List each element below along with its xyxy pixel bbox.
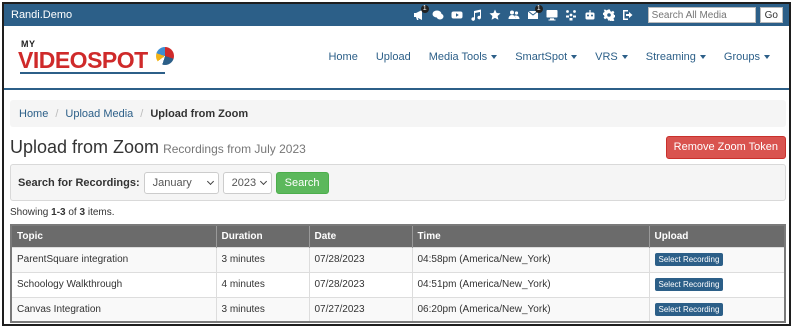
- gear-icon[interactable]: [600, 8, 619, 22]
- title-row: Upload from Zoom Recordings from July 202…: [10, 135, 786, 159]
- nav-home[interactable]: Home: [319, 51, 366, 63]
- caret-down-icon: [571, 55, 578, 59]
- breadcrumb-separator: /: [55, 107, 59, 120]
- cell-upload: Select Recording: [649, 296, 786, 322]
- cell-topic: Canvas Integration: [11, 296, 217, 322]
- search-button[interactable]: Search: [275, 171, 329, 194]
- column-date[interactable]: Date: [309, 225, 413, 247]
- logo-emblem-icon: [156, 47, 174, 65]
- music-icon[interactable]: [467, 8, 486, 22]
- column-time[interactable]: Time: [412, 225, 650, 247]
- recording-filter: Search for Recordings: January 2023 Sear…: [10, 164, 786, 201]
- caret-down-icon: [699, 55, 706, 59]
- table-header-row: Topic Duration Date Time Upload: [11, 225, 786, 247]
- cell-duration: 4 minutes: [216, 271, 310, 297]
- page-content: Home / Upload Media / Upload from Zoom U…: [4, 100, 789, 323]
- cell-duration: 3 minutes: [216, 246, 310, 272]
- column-upload: Upload: [649, 225, 786, 247]
- breadcrumb-upload-media[interactable]: Upload Media: [65, 108, 133, 120]
- youtube-icon[interactable]: [448, 8, 467, 22]
- app-frame: Randi.Demo 1 1 Go MY VIDEOSPOT Home: [2, 2, 791, 326]
- main-navbar: MY VIDEOSPOT Home Upload Media Tools Sma…: [4, 26, 789, 90]
- logo-swoosh: [20, 72, 165, 74]
- page-subtitle: Recordings from July 2023: [163, 141, 306, 156]
- cell-date: 07/28/2023: [309, 246, 413, 272]
- page-title: Upload from Zoom Recordings from July 202…: [10, 136, 306, 157]
- nav-smartspot[interactable]: SmartSpot: [506, 51, 586, 63]
- cell-duration: 3 minutes: [216, 296, 310, 322]
- go-button[interactable]: Go: [759, 7, 783, 23]
- chevron-down-icon: [259, 177, 267, 185]
- cell-time: 04:51pm (America/New_York): [412, 271, 650, 297]
- nav-groups[interactable]: Groups: [715, 51, 779, 63]
- caret-down-icon: [764, 55, 770, 59]
- topbar-icons: 1 1: [410, 5, 638, 22]
- megaphone-icon[interactable]: 1: [410, 5, 429, 22]
- breadcrumb-separator: /: [140, 107, 144, 120]
- recordings-table: Topic Duration Date Time Upload ParentSq…: [10, 224, 786, 323]
- caret-down-icon: [491, 55, 498, 59]
- logo-wordmark: VIDEOSPOT: [18, 47, 148, 73]
- robot-icon[interactable]: [581, 8, 600, 22]
- table-row: Canvas Integration 3 minutes 07/27/2023 …: [11, 296, 786, 322]
- cell-date: 07/28/2023: [309, 271, 413, 297]
- select-recording-button[interactable]: Select Recording: [654, 302, 724, 316]
- notification-badge: 1: [420, 5, 429, 13]
- results-summary: Showing 1-3 of 3 items.: [10, 207, 115, 218]
- top-bar: Randi.Demo 1 1 Go: [4, 4, 789, 26]
- cell-time: 06:20pm (America/New_York): [412, 296, 650, 322]
- group-icon[interactable]: [562, 8, 581, 22]
- caret-down-icon: [621, 55, 628, 59]
- global-search-input[interactable]: [647, 7, 756, 23]
- chevron-down-icon: [206, 177, 214, 185]
- select-recording-button[interactable]: Select Recording: [654, 278, 724, 291]
- cell-upload: Select Recording: [649, 246, 786, 272]
- star-icon[interactable]: [486, 8, 505, 22]
- cell-upload: Select Recording: [649, 271, 786, 297]
- nav-media-tools[interactable]: Media Tools: [420, 51, 507, 63]
- select-recording-button[interactable]: Select Recording: [654, 253, 724, 266]
- column-duration[interactable]: Duration: [216, 225, 310, 247]
- table-row: ParentSquare integration 3 minutes 07/28…: [11, 246, 786, 272]
- users-icon[interactable]: [505, 8, 524, 22]
- breadcrumb: Home / Upload Media / Upload from Zoom: [10, 100, 786, 127]
- month-select[interactable]: January: [143, 171, 219, 194]
- nav-upload[interactable]: Upload: [367, 51, 420, 63]
- sign-out-icon[interactable]: [619, 8, 638, 22]
- year-select[interactable]: 2023: [222, 171, 272, 194]
- brand-logo[interactable]: MY VIDEOSPOT: [18, 37, 178, 77]
- breadcrumb-home[interactable]: Home: [19, 108, 48, 120]
- cell-topic: ParentSquare integration: [11, 246, 217, 272]
- nav-menu: Home Upload Media Tools SmartSpot VRS St…: [319, 51, 779, 63]
- message-badge: 1: [534, 5, 543, 13]
- inbox-icon[interactable]: 1: [524, 5, 543, 22]
- breadcrumb-current: Upload from Zoom: [150, 107, 249, 120]
- nav-streaming[interactable]: Streaming: [637, 51, 715, 63]
- filter-label: Search for Recordings:: [18, 176, 140, 189]
- column-topic[interactable]: Topic: [11, 225, 217, 247]
- table-row: Schoology Walkthrough 4 minutes 07/28/20…: [11, 271, 786, 297]
- cell-topic: Schoology Walkthrough: [11, 271, 217, 297]
- username-link[interactable]: Randi.Demo: [11, 9, 410, 21]
- monitor-icon[interactable]: [543, 8, 562, 22]
- nav-vrs[interactable]: VRS: [586, 51, 637, 63]
- chat-icon[interactable]: [429, 8, 448, 22]
- cell-date: 07/27/2023: [309, 296, 413, 322]
- remove-zoom-token-button[interactable]: Remove Zoom Token: [665, 135, 786, 159]
- cell-time: 04:58pm (America/New_York): [412, 246, 650, 272]
